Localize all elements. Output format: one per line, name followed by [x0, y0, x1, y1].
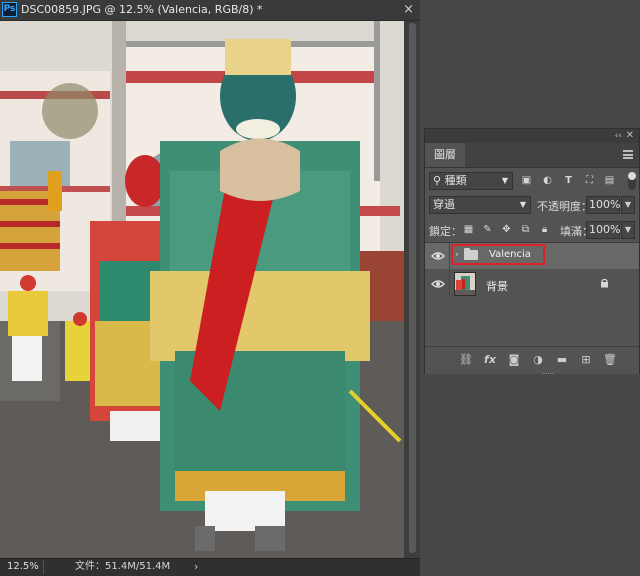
layer-name[interactable]: Valencia	[489, 249, 531, 260]
filter-row: ⚲ 種類 ▼ ▣ ◐ T ⛶ ▤	[425, 171, 639, 193]
layer-row-valencia[interactable]: › Valencia	[425, 243, 639, 269]
add-mask-icon[interactable]: ◙	[507, 353, 521, 367]
lock-position-icon[interactable]: ✥	[500, 223, 513, 236]
photo	[0, 21, 404, 558]
panel-menu-icon[interactable]	[623, 150, 633, 159]
lock-icon	[601, 278, 608, 288]
visibility-divider	[449, 243, 450, 269]
blend-mode-label: 穿過	[433, 198, 455, 211]
zoom-field[interactable]: 12.5%	[2, 560, 44, 574]
status-bar: 12.5% 文件：51.4M/51.4M ›	[0, 558, 420, 576]
filter-kind-select[interactable]: ⚲ 種類 ▼	[429, 172, 513, 190]
delete-layer-icon[interactable]: 🗑︎	[603, 353, 617, 367]
status-menu-arrow-icon[interactable]: ›	[194, 559, 198, 574]
panel-tab-bar: 圖層	[425, 143, 639, 168]
folder-icon	[464, 248, 478, 260]
close-panel-icon[interactable]: ✕	[626, 129, 634, 143]
layers-panel: ‹‹ ✕ 圖層 ⚲ 種類 ▼ ▣ ◐ T ⛶ ▤ 穿過 ▼ 不透明度： 100%…	[424, 128, 640, 374]
lock-all-icon[interactable]: 🔒︎	[538, 223, 551, 236]
new-group-icon[interactable]: ▬	[555, 353, 569, 367]
chevron-down-icon: ▼	[501, 176, 508, 185]
opacity-label: 不透明度：	[537, 200, 592, 213]
lock-label: 鎖定：	[429, 225, 462, 238]
layers-panel-footer: ⛓ fx ◙ ◑ ▬ ⊞ 🗑︎	[425, 346, 639, 374]
link-layers-icon[interactable]: ⛓	[459, 353, 473, 367]
layer-row-background[interactable]: 背景	[425, 270, 639, 298]
fx-icon[interactable]: fx	[483, 353, 497, 367]
close-document-button[interactable]: ×	[403, 2, 414, 17]
blend-mode-select[interactable]: 穿過 ▼	[429, 196, 531, 214]
visibility-divider	[449, 270, 450, 298]
image-filter-icon[interactable]: ▣	[520, 174, 533, 187]
vertical-scrollbar[interactable]	[405, 21, 420, 558]
photoshop-icon: Ps	[2, 2, 17, 17]
lock-image-pixels-icon[interactable]: ✎	[481, 223, 494, 236]
lock-row: 鎖定： ▦ ✎ ✥ ⧉ 🔒︎ 填滿： 100% ▼	[425, 220, 639, 240]
new-layer-icon[interactable]: ⊞	[579, 353, 593, 367]
document-window: Ps DSC00859.JPG @ 12.5% (Valencia, RGB/8…	[0, 0, 420, 576]
lock-transparency-icon[interactable]: ▦	[462, 223, 475, 236]
fill-field[interactable]: 100%	[586, 221, 620, 239]
filter-kind-label: 種類	[444, 174, 467, 187]
search-icon: ⚲	[433, 174, 445, 187]
fill-dropdown-icon[interactable]: ▼	[621, 221, 635, 239]
document-tab[interactable]: Ps DSC00859.JPG @ 12.5% (Valencia, RGB/8…	[0, 0, 420, 21]
adjustment-filter-icon[interactable]: ◐	[541, 174, 554, 187]
blend-row: 穿過 ▼ 不透明度： 100% ▼	[425, 195, 639, 217]
eye-icon[interactable]	[431, 251, 445, 261]
expand-group-chevron-icon[interactable]: ›	[455, 249, 459, 261]
shape-filter-icon[interactable]: ⛶	[583, 174, 596, 187]
smart-object-filter-icon[interactable]: ▤	[603, 174, 616, 187]
chevron-down-icon: ▼	[519, 200, 526, 209]
scrollbar-thumb[interactable]	[409, 23, 416, 553]
filter-toggle[interactable]	[628, 172, 636, 190]
panel-title-bar[interactable]: ‹‹ ✕	[425, 129, 639, 143]
opacity-field[interactable]: 100%	[586, 196, 620, 214]
document-size-info: 文件：51.4M/51.4M	[75, 561, 171, 572]
adjustment-layer-icon[interactable]: ◑	[531, 353, 545, 367]
layer-thumbnail	[454, 272, 476, 296]
collapse-panel-icon[interactable]: ‹‹	[615, 129, 622, 143]
tab-layers[interactable]: 圖層	[425, 143, 465, 167]
layers-list: › Valencia 背景	[425, 242, 639, 347]
panel-resize-grip[interactable]	[543, 373, 553, 376]
lock-artboard-icon[interactable]: ⧉	[519, 223, 532, 236]
document-title: DSC00859.JPG @ 12.5% (Valencia, RGB/8) *	[21, 3, 263, 16]
eye-icon[interactable]	[431, 279, 445, 289]
image-canvas[interactable]	[0, 21, 404, 558]
layer-name[interactable]: 背景	[486, 278, 508, 294]
opacity-dropdown-icon[interactable]: ▼	[621, 196, 635, 214]
type-filter-icon[interactable]: T	[562, 174, 575, 187]
